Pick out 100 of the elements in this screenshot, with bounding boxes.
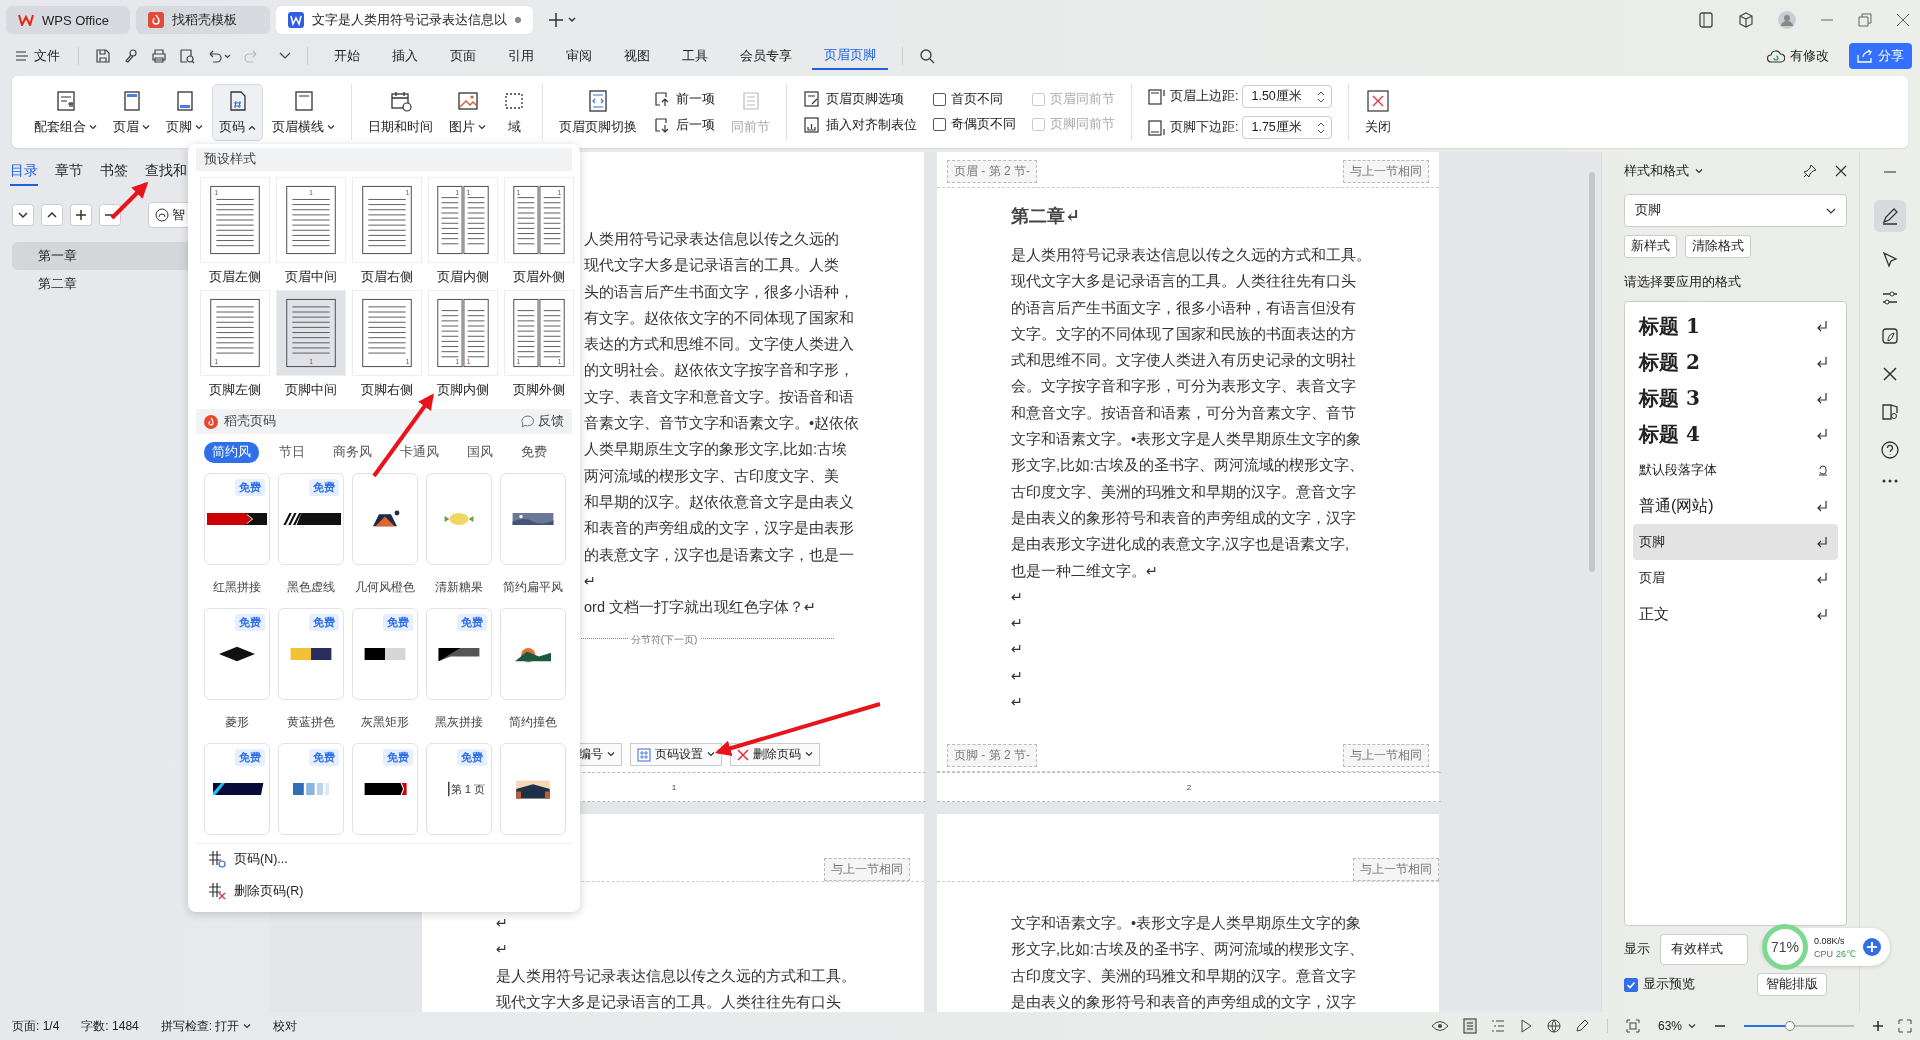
format-painter-icon[interactable]	[123, 48, 139, 64]
style-item[interactable]: 页眉	[1633, 560, 1838, 596]
fit-page-icon[interactable]	[1625, 1019, 1640, 1033]
category-tab[interactable]: 节日	[271, 442, 313, 463]
file-menu[interactable]: 文件	[16, 47, 60, 65]
help-icon[interactable]	[1880, 440, 1900, 460]
style-item[interactable]: 标题 3	[1633, 380, 1838, 416]
style-item[interactable]: 正文	[1633, 596, 1838, 632]
new-tab-icon[interactable]	[549, 13, 579, 27]
template-card[interactable]: 免费	[352, 608, 418, 700]
plus-icon[interactable]	[70, 204, 92, 226]
template-card[interactable]	[500, 608, 566, 700]
close-icon[interactable]	[1896, 13, 1910, 27]
footer-tool-button[interactable]: 页码设置	[630, 743, 722, 766]
show-dropdown[interactable]: 有效样式	[1660, 934, 1748, 965]
template-card[interactable]: 免费	[426, 608, 492, 700]
document-tab[interactable]: 找稻壳模板	[136, 6, 270, 34]
style-item[interactable]: 标题 4	[1633, 416, 1838, 452]
ribbon-button[interactable]: 图片	[443, 84, 492, 140]
menu-tab[interactable]: 开始	[322, 43, 372, 69]
ribbon-button[interactable]: 页脚	[160, 84, 209, 140]
document-tab[interactable]: 文字是人类用符号记录表达信息以	[276, 6, 533, 34]
ribbon-button[interactable]: 配套组合	[28, 84, 103, 140]
panel-tab[interactable]: 目录	[10, 162, 38, 186]
category-tab[interactable]: 国风	[459, 442, 501, 463]
style-item[interactable]: 页脚	[1633, 524, 1838, 560]
template-card[interactable]	[352, 473, 418, 565]
document-tab[interactable]: WPS Office	[6, 6, 130, 34]
cube-icon[interactable]	[1738, 12, 1754, 28]
style-item[interactable]: 标题 2	[1633, 344, 1838, 380]
style-item[interactable]: 普通(网站)	[1633, 488, 1838, 524]
pin-icon[interactable]	[1803, 164, 1817, 178]
avatar-icon[interactable]	[1778, 11, 1796, 29]
style-item[interactable]: 标题 1	[1633, 308, 1838, 344]
ribbon-button[interactable]: 前一项	[653, 90, 715, 108]
template-card[interactable]: 免费	[204, 473, 270, 565]
book-search-icon[interactable]	[1880, 402, 1900, 422]
page-view-icon[interactable]	[1462, 1018, 1477, 1034]
more-icon[interactable]	[1880, 478, 1900, 484]
zoom-in-icon[interactable]	[1872, 1020, 1884, 1032]
menu-tab[interactable]: 页眉页脚	[812, 42, 888, 70]
feedback-link[interactable]: 反馈	[521, 413, 564, 430]
edit-button[interactable]	[1874, 200, 1906, 232]
ribbon-button[interactable]: 页眉横线	[266, 84, 341, 140]
margin-spinner[interactable]: 1.50厘米	[1242, 85, 1333, 108]
search-icon[interactable]	[919, 48, 935, 64]
proofread-button[interactable]: 校对	[273, 1017, 298, 1035]
category-tab[interactable]: 商务风	[325, 442, 380, 463]
template-card[interactable]: 免费	[278, 608, 344, 700]
fullscreen-icon[interactable]	[1898, 1019, 1912, 1033]
template-card[interactable]: 免费	[204, 608, 270, 700]
ribbon-button[interactable]: 页码	[213, 84, 262, 140]
pen-icon[interactable]	[1574, 1019, 1589, 1033]
chevron-down-icon[interactable]	[12, 204, 34, 226]
category-tab[interactable]: 卡通风	[392, 442, 447, 463]
category-tab[interactable]: 简约风	[204, 442, 259, 463]
template-card[interactable]: 免费	[278, 743, 344, 835]
ribbon-button[interactable]: 后一项	[653, 116, 715, 134]
sliders-icon[interactable]	[1880, 288, 1900, 308]
menu-item[interactable]: 删除页码(R)	[196, 882, 572, 900]
panel-tab[interactable]: 查找和	[145, 162, 187, 186]
globe-icon[interactable]	[1546, 1019, 1561, 1033]
footer-tool-button[interactable]: 删除页码	[730, 743, 820, 766]
style-button[interactable]: 清除格式	[1685, 235, 1751, 258]
style-dropdown[interactable]: 页脚	[1624, 194, 1847, 227]
menu-item[interactable]: 页码(N)...	[196, 850, 572, 868]
play-icon[interactable]	[1518, 1019, 1533, 1033]
smart-layout-button[interactable]: 智能排版	[1757, 973, 1827, 996]
style-button[interactable]: 新样式	[1624, 235, 1677, 258]
eye-icon[interactable]	[1430, 1020, 1449, 1032]
scrollbar[interactable]	[1589, 172, 1595, 572]
ribbon-button[interactable]: 插入对齐制表位	[803, 116, 917, 134]
ribbon-button[interactable]: 页眉	[107, 84, 156, 140]
template-card[interactable]: 免费 第 1 页	[426, 743, 492, 835]
print-icon[interactable]	[151, 48, 167, 64]
template-card[interactable]	[500, 473, 566, 565]
template-card[interactable]	[500, 743, 566, 835]
ribbon-button[interactable]: 页眉页脚选项	[803, 90, 917, 108]
style-item[interactable]: 默认段落字体	[1633, 452, 1838, 488]
spell-check-toggle[interactable]: 拼写检查: 打开	[160, 1017, 252, 1035]
sync-status[interactable]: 有修改	[1767, 47, 1829, 65]
preview-checkbox[interactable]: 显示预览	[1624, 976, 1695, 993]
plus-icon[interactable]	[1862, 937, 1883, 957]
panel-tab[interactable]: 章节	[55, 162, 83, 186]
menu-tab[interactable]: 工具	[670, 43, 720, 69]
menu-tab[interactable]: 插入	[380, 43, 430, 69]
zoom-level[interactable]: 63%	[1657, 1019, 1682, 1033]
print-preview-icon[interactable]	[179, 48, 195, 64]
ribbon-button[interactable]: 域	[496, 84, 532, 140]
template-card[interactable]: 免费	[352, 743, 418, 835]
leaf-icon[interactable]	[1880, 326, 1900, 346]
menu-tab[interactable]: 引用	[496, 43, 546, 69]
category-tab[interactable]: 免费	[513, 442, 555, 463]
template-card[interactable]: 免费	[278, 473, 344, 565]
menu-tab[interactable]: 视图	[612, 43, 662, 69]
more-icon[interactable]	[279, 52, 291, 60]
ribbon-button[interactable]: 日期和时间	[362, 84, 439, 140]
restore-icon[interactable]	[1858, 13, 1872, 27]
share-button[interactable]: 分享	[1849, 43, 1912, 69]
save-icon[interactable]	[95, 48, 111, 64]
